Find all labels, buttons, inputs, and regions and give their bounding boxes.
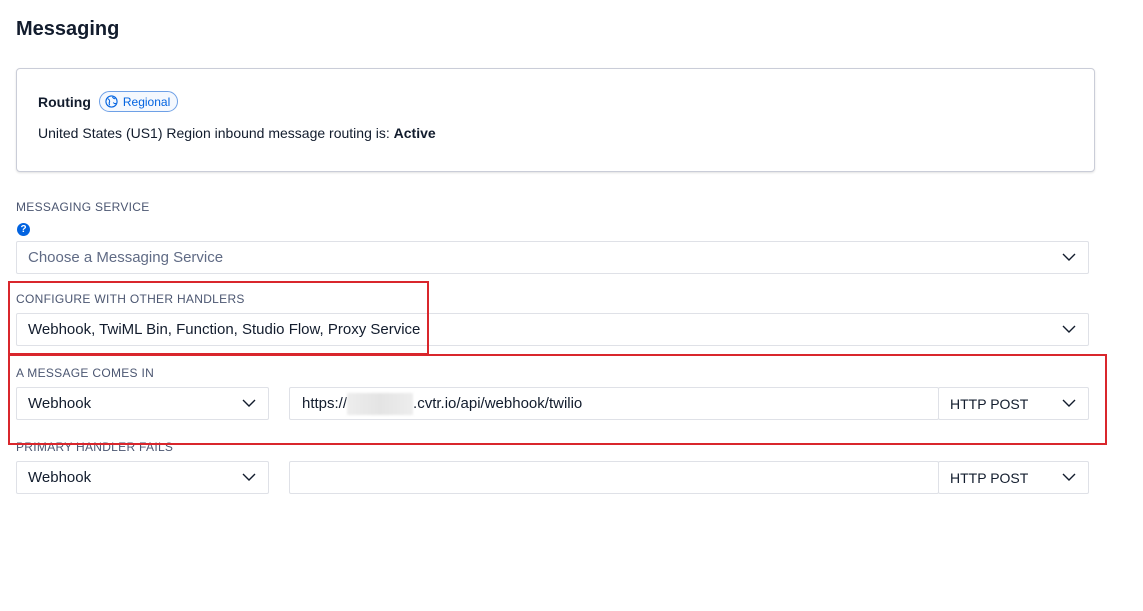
routing-title: Routing <box>38 93 91 110</box>
routing-header: Routing Regional <box>38 91 179 112</box>
messaging-service-label: MESSAGING SERVICE <box>16 200 150 214</box>
primary-handler-fails-type-select[interactable]: Webhook <box>16 461 269 494</box>
globe-icon <box>105 95 118 108</box>
primary-handler-fails-type-value: Webhook <box>28 469 92 486</box>
chevron-down-icon <box>242 473 256 481</box>
routing-status-text: United States (US1) Region inbound messa… <box>38 125 394 141</box>
help-icon[interactable]: ? <box>17 223 30 236</box>
chevron-down-icon <box>1062 473 1076 481</box>
annotation-highlight-handlers <box>8 281 429 355</box>
regional-badge: Regional <box>98 91 179 112</box>
page-title: Messaging <box>16 18 120 40</box>
regional-badge-label: Regional <box>122 94 171 109</box>
routing-card: Routing Regional United States (US1) Reg… <box>16 68 1095 172</box>
annotation-highlight-message-comes-in <box>8 354 1107 445</box>
chevron-down-icon <box>1062 325 1076 333</box>
chevron-down-icon <box>1062 253 1076 261</box>
primary-handler-fails-method-select[interactable]: HTTP POST <box>938 461 1089 494</box>
routing-status-value: Active <box>393 125 436 141</box>
routing-status: United States (US1) Region inbound messa… <box>38 125 436 141</box>
primary-handler-fails-url-input[interactable] <box>289 461 939 494</box>
messaging-service-placeholder: Choose a Messaging Service <box>28 249 224 266</box>
primary-handler-fails-method-value: HTTP POST <box>950 469 1029 486</box>
messaging-service-select[interactable]: Choose a Messaging Service <box>16 241 1089 274</box>
